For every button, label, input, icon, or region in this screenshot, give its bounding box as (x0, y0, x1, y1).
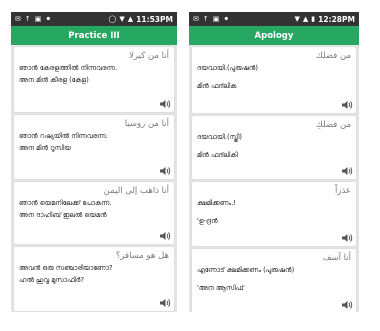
page-title: Practice III (68, 30, 120, 41)
malayalam-transliteration: 'ഉ-ദ്രൻ (197, 217, 218, 225)
phrase-card[interactable]: هل هو مسافر؟ അവൻ ഒരു സഞ്ചാരിയാണോ? ഹൽ ഹുവ… (14, 247, 174, 311)
app-title-bar: Apology (189, 26, 359, 45)
status-bar: ✉ ↑ ▣ ⚫ ▼ ▲ ▮ 12:28PM (189, 12, 359, 26)
wifi-icon: ▼ (119, 14, 125, 23)
arabic-phrase: من فضلك (315, 51, 351, 61)
speaker-icon[interactable] (342, 233, 353, 243)
phrase-card[interactable]: أنا آسف എന്നോട് ക്ഷമിക്കണം (പുരുഷൻ) 'അന … (192, 249, 356, 312)
malayalam-meaning: അവൻ ഒരു സഞ്ചാരിയാണോ? (19, 264, 113, 272)
malayalam-meaning: ക്ഷമിക്കണം.! (197, 199, 237, 207)
status-bar: ✉ ↑ ▣ ⚫ ◯ ▼ ▲ 11:53PM (11, 12, 177, 26)
arabic-phrase: هل هو مسافر؟ (115, 251, 169, 261)
signal-icon: ▲ (302, 14, 309, 23)
image-icon: ▣ (34, 14, 42, 23)
page-title: Apology (254, 30, 294, 41)
battery-icon: ▮ (311, 14, 316, 23)
right-phone-screen: ✉ ↑ ▣ ⚫ ▼ ▲ ▮ 12:28PM Apology من فضلك ദയ… (189, 12, 359, 312)
speaker-icon[interactable] (160, 166, 171, 176)
wifi-icon: ▼ (294, 14, 300, 23)
phrase-card[interactable]: أنا من روسيا ഞാൻ റഷ്യയിൽ നിന്നവരന്ന. അന … (14, 115, 174, 179)
speaker-icon[interactable] (342, 300, 353, 310)
phrase-card[interactable]: عذراً ക്ഷമിക്കണം.! 'ഉ-ദ്രൻ (192, 182, 356, 246)
malayalam-transliteration: അന മിൻ കീരള (കേള) (19, 76, 89, 84)
phrase-card[interactable]: من فضلك ദയവായി.(പുരുഷൻ) മിൻ ഫദ്‌ലിക (192, 47, 356, 113)
speaker-icon[interactable] (160, 99, 171, 109)
malayalam-meaning: ഞാൻ യെമനിലേക്ക് പോകന്ന. (19, 199, 112, 207)
notification-icon: ⚫ (223, 14, 230, 23)
arabic-phrase: من فضلكِ (315, 120, 351, 130)
phrase-list: من فضلك ദയവായി.(പുരുഷൻ) മിൻ ഫദ്‌ലിക من ف… (189, 45, 359, 312)
image-icon: ▣ (212, 14, 220, 23)
phrase-list: أنا من كيرلا ഞാൻ കേരളത്തിൽ നിന്നവരന്ന. അ… (11, 45, 177, 311)
mail-icon: ✉ (193, 14, 199, 23)
sync-icon: ◯ (108, 14, 117, 23)
usb-icon: ↑ (24, 14, 31, 23)
notification-icon: ⚫ (45, 14, 52, 23)
malayalam-meaning: ഞാൻ കേരളത്തിൽ നിന്നവരന്ന. (19, 64, 118, 72)
mail-icon: ✉ (15, 14, 21, 23)
phrase-card[interactable]: من فضلكِ ദയവായി.(സ്ത്രീ) മിൻ ഫദ്‌ലികി (192, 116, 356, 179)
malayalam-meaning: ദയവായി.(പുരുഷൻ) (197, 64, 258, 72)
status-time: 11:53PM (136, 14, 173, 24)
malayalam-meaning: എന്നോട് ക്ഷമിക്കണം (പുരുഷൻ) (197, 266, 295, 274)
arabic-phrase: أنا من روسيا (124, 119, 169, 129)
malayalam-transliteration: മിൻ ഫദ്‌ലിക (197, 82, 237, 90)
signal-icon: ▲ (127, 14, 134, 23)
phrase-card[interactable]: أنا ذاهب إلى اليمن ഞാൻ യെമനിലേക്ക് പോകന്… (14, 182, 174, 244)
status-time: 12:28PM (318, 14, 355, 24)
left-phone-screen: ✉ ↑ ▣ ⚫ ◯ ▼ ▲ 11:53PM Practice III أنا م… (11, 12, 177, 312)
arabic-phrase: عذراً (335, 186, 351, 196)
arabic-phrase: أنا من كيرلا (129, 51, 169, 61)
speaker-icon[interactable] (342, 100, 353, 110)
arabic-phrase: أنا ذاهب إلى اليمن (103, 186, 169, 196)
malayalam-transliteration: ഹൽ ഹുവ്വ മുസാഫിർ? (19, 276, 85, 284)
speaker-icon[interactable] (160, 298, 171, 308)
malayalam-meaning: ഞാൻ റഷ്യയിൽ നിന്നവരന്ന. (19, 132, 108, 140)
malayalam-transliteration: മിൻ ഫദ്‌ലികി (197, 151, 238, 159)
phrase-card[interactable]: أنا من كيرلا ഞാൻ കേരളത്തിൽ നിന്നവരന്ന. അ… (14, 47, 174, 112)
speaker-icon[interactable] (342, 166, 353, 176)
app-title-bar: Practice III (11, 26, 177, 45)
malayalam-meaning: ദയവായി.(സ്ത്രീ) (197, 133, 242, 141)
malayalam-transliteration: 'അന ആസിഫ് (197, 284, 244, 292)
speaker-icon[interactable] (160, 231, 171, 241)
malayalam-transliteration: അന ദാഹിബ് ഇലൽ യെമൻ (19, 211, 107, 219)
arabic-phrase: أنا آسف (322, 253, 351, 263)
malayalam-transliteration: അന മിൻ റൂസിയ (19, 144, 71, 152)
usb-icon: ↑ (202, 14, 209, 23)
